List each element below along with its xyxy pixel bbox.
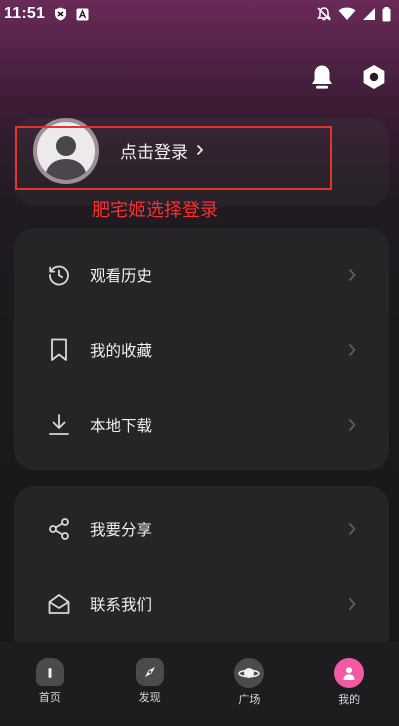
tab-square[interactable]: 广场 (209, 658, 289, 707)
menu-item-contact[interactable]: 联系我们 (14, 579, 389, 629)
tab-label: 我的 (338, 693, 361, 706)
menu-item-label: 联系我们 (90, 596, 153, 614)
tab-label: 首页 (38, 691, 61, 704)
status-bar: 11:51 (0, 0, 399, 28)
share-icon (46, 516, 72, 542)
menu-item-history[interactable]: 观看历史 (14, 250, 389, 300)
mail-open-icon (46, 591, 72, 617)
menu-item-label: 我的收藏 (90, 342, 153, 360)
notification-button[interactable] (307, 64, 337, 94)
wifi-icon (338, 7, 356, 21)
header-actions (307, 64, 389, 94)
download-icon (46, 412, 72, 438)
home-icon (35, 658, 64, 686)
chevron-right-icon (345, 416, 359, 434)
shield-icon (54, 7, 67, 21)
app-notification-icon (76, 8, 89, 21)
bookmark-icon (46, 337, 72, 363)
bell-icon (310, 64, 334, 94)
bottom-tab-bar: 首页 发现 广场 我的 (0, 642, 399, 726)
mute-bell-icon (316, 6, 332, 22)
hexagon-settings-icon (362, 64, 386, 94)
annotation-highlight-box (15, 126, 332, 190)
menu-item-label: 观看历史 (90, 267, 153, 285)
menu-item-label: 我要分享 (90, 521, 153, 539)
chevron-right-icon (345, 341, 359, 359)
chevron-right-icon (345, 520, 359, 538)
status-time: 11:51 (4, 5, 46, 22)
tab-home[interactable]: 首页 (10, 658, 90, 705)
chevron-right-icon (345, 595, 359, 613)
compass-icon (135, 658, 164, 686)
signal-icon (362, 7, 376, 21)
menu-item-share[interactable]: 我要分享 (14, 504, 389, 554)
tab-label: 广场 (238, 693, 261, 706)
settings-button[interactable] (359, 64, 389, 94)
menu-item-label: 本地下载 (90, 417, 153, 435)
history-icon (46, 262, 72, 288)
menu-item-favorites[interactable]: 我的收藏 (14, 325, 389, 375)
tab-discover[interactable]: 发现 (110, 658, 190, 705)
battery-icon (382, 6, 391, 22)
menu-card-primary: 观看历史 我的收藏 本地下载 (14, 228, 389, 470)
chevron-right-icon (345, 266, 359, 284)
planet-icon (234, 658, 265, 688)
menu-card-secondary: 我要分享 联系我们 (14, 486, 389, 656)
tab-mine[interactable]: 我的 (309, 658, 389, 707)
menu-item-downloads[interactable]: 本地下载 (14, 400, 389, 450)
tab-label: 发现 (138, 691, 161, 704)
annotation-text: 肥宅姬选择登录 (92, 200, 218, 221)
user-icon (334, 658, 365, 688)
